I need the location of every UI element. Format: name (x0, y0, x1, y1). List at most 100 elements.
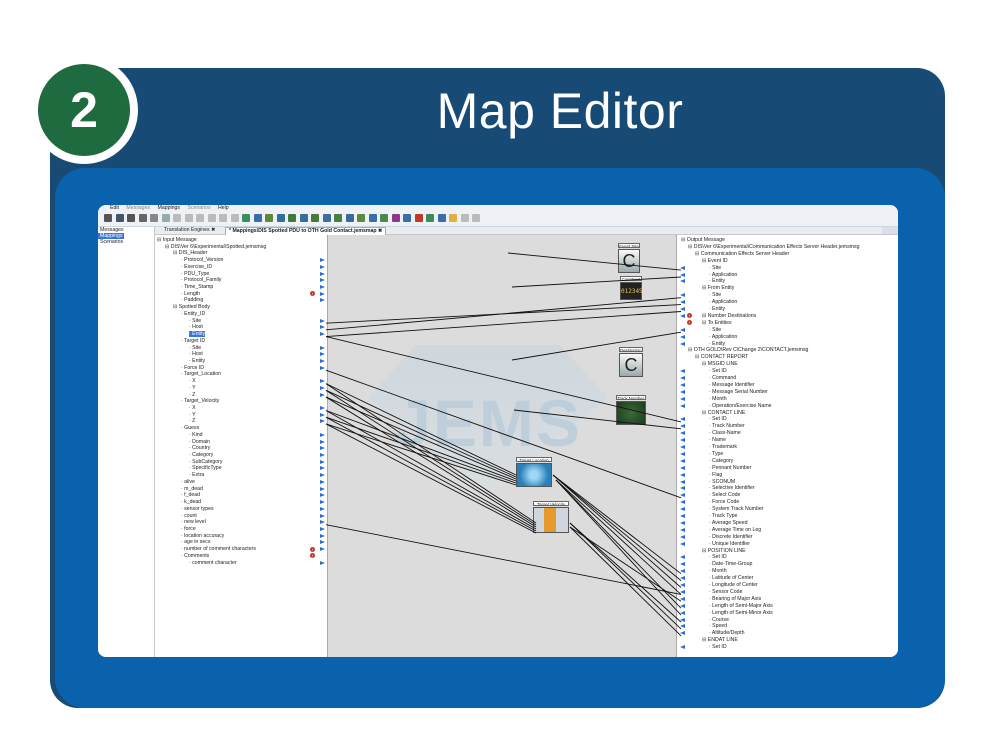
input-tree-node[interactable]: · Protocol_Family (181, 277, 221, 284)
toolbar-button[interactable] (403, 214, 411, 222)
toolbar-button[interactable] (173, 214, 181, 222)
input-port-arrow[interactable] (680, 610, 685, 615)
toolbar-button[interactable] (311, 214, 319, 222)
input-tree-node[interactable]: · f_dead (181, 492, 200, 499)
output-tree-node[interactable]: ⊟ DIS\Ver 6\Experimental\Communication E… (688, 244, 859, 251)
input-tree-node[interactable]: · Force ID (181, 365, 204, 372)
input-port-arrow[interactable] (680, 424, 685, 429)
input-tree-node[interactable]: · Site (189, 318, 201, 325)
input-tree-node[interactable]: · Extra (189, 472, 204, 479)
output-port-arrow[interactable] (320, 419, 325, 424)
toolbar-button[interactable] (472, 214, 480, 222)
input-port-arrow[interactable] (680, 279, 685, 284)
node-event-site[interactable]: Event Site C (618, 243, 640, 273)
input-port-arrow[interactable] (680, 369, 685, 374)
input-port-arrow[interactable] (680, 307, 685, 311)
output-tree-node[interactable]: ⊟ CONTACT LINE (702, 410, 745, 417)
output-tree-node[interactable]: · Discrete Identifier (709, 534, 753, 541)
input-tree-node[interactable]: · Host (189, 351, 203, 358)
output-tree-node[interactable]: · Set ID (709, 554, 727, 561)
output-port-arrow[interactable] (320, 271, 325, 276)
output-port-arrow[interactable] (320, 486, 325, 491)
output-tree-node[interactable]: · System Track Number (709, 506, 763, 513)
output-port-arrow[interactable] (320, 406, 325, 410)
toolbar-button[interactable] (265, 214, 273, 222)
output-tree-node[interactable]: · Operation/Exercise Name (709, 403, 772, 410)
input-port-arrow[interactable] (680, 624, 685, 629)
input-tree-node[interactable]: · PDU_Type (181, 271, 209, 278)
output-port-arrow[interactable] (320, 506, 325, 511)
input-tree-node[interactable]: · sensor types (181, 506, 214, 513)
output-tree-node[interactable]: · Flag (709, 472, 722, 479)
toolbar-button[interactable] (161, 214, 170, 222)
nav-scenarios[interactable]: Scenarios (98, 239, 154, 245)
output-tree-node[interactable]: ⊟ POSITION LINE (702, 548, 746, 555)
toolbar-button[interactable] (184, 214, 193, 222)
output-tree-node[interactable]: · Average Speed (709, 520, 748, 527)
output-tree-node[interactable]: · Set ID (709, 644, 727, 651)
input-port-arrow[interactable] (680, 451, 685, 456)
output-tree-node[interactable]: · Longitude of Center (709, 582, 758, 589)
output-port-arrow[interactable] (320, 278, 325, 283)
output-port-arrow[interactable] (320, 473, 325, 478)
input-tree-node[interactable]: · Z (189, 392, 195, 399)
output-tree-node[interactable]: · Length of Semi-Minor Axis (709, 610, 773, 617)
input-port-arrow[interactable] (680, 396, 685, 401)
node-destination-entity[interactable]: Destination Entit C (619, 347, 643, 377)
toolbar-button[interactable] (115, 214, 124, 222)
output-port-arrow[interactable] (320, 365, 325, 370)
output-tree-node[interactable]: ⊟ ENDAT LINE (702, 637, 738, 644)
input-port-arrow[interactable] (680, 265, 685, 270)
output-port-arrow[interactable] (320, 513, 325, 518)
input-tree-node[interactable]: · Target_Location (181, 371, 221, 378)
output-tree-node[interactable]: · Set ID (709, 368, 727, 375)
output-port-arrow[interactable] (320, 298, 325, 303)
output-tree-node[interactable]: · Course (709, 617, 729, 624)
input-tree-node[interactable]: · Exercise_ID (181, 264, 212, 271)
output-port-arrow[interactable] (320, 345, 325, 350)
output-tree-node[interactable]: · Message Serial Number (709, 389, 768, 396)
input-tree-node[interactable]: ⊟ Spotted Body (173, 304, 210, 311)
output-tree-node[interactable]: · Entity (709, 278, 725, 285)
input-port-arrow[interactable] (680, 527, 685, 532)
input-tree-node[interactable]: · Host (189, 324, 203, 331)
input-port-arrow[interactable] (680, 438, 685, 443)
tab-scroll-buttons[interactable] (882, 227, 898, 234)
output-port-arrow[interactable] (320, 352, 325, 357)
node-counter[interactable]: Counter 1 012345 (620, 276, 643, 302)
input-port-arrow[interactable] (680, 520, 685, 525)
output-tree-node[interactable]: · Month (709, 396, 727, 403)
toolbar-button[interactable] (150, 214, 158, 222)
menu-messages[interactable]: Messages (126, 205, 150, 212)
input-port-arrow[interactable] (680, 631, 685, 636)
toolbar-button[interactable] (357, 214, 365, 222)
input-port-arrow[interactable] (680, 458, 685, 463)
toolbar-button[interactable] (127, 214, 135, 222)
input-tree-node[interactable]: ⊟ DIS\Ver 6\Experimental\Spotted.jemsmsg (165, 244, 266, 251)
output-port-arrow[interactable] (320, 479, 325, 484)
input-tree-node[interactable]: · comment character (189, 560, 237, 567)
output-tree-node[interactable]: · Site (709, 327, 721, 334)
input-tree-node[interactable]: · Entity (189, 331, 206, 338)
output-tree-node[interactable]: · Entity (709, 306, 725, 313)
input-tree-node[interactable]: · location accuracy (181, 533, 224, 540)
output-tree-node[interactable]: · Select Code (709, 492, 740, 499)
output-tree-node[interactable]: · Application (709, 334, 737, 341)
output-port-arrow[interactable] (320, 493, 325, 498)
input-port-arrow[interactable] (680, 576, 685, 581)
output-tree-node[interactable]: · Application (709, 299, 737, 306)
output-port-arrow[interactable] (320, 520, 325, 525)
output-port-arrow[interactable] (320, 285, 325, 290)
input-tree-node[interactable]: · alive (181, 479, 195, 486)
output-port-arrow[interactable] (320, 379, 325, 384)
output-tree-node[interactable]: · Unique Identifier (709, 541, 750, 548)
input-tree-node[interactable]: · Guess (181, 425, 199, 432)
input-port-arrow[interactable] (680, 486, 685, 491)
output-tree-node[interactable]: ⊟ From Entity (702, 285, 734, 292)
input-port-arrow[interactable] (680, 300, 685, 305)
menu-edit[interactable]: Edit (110, 205, 119, 212)
toolbar-button[interactable] (380, 214, 388, 222)
output-port-arrow[interactable] (320, 547, 325, 552)
toolbar-button[interactable] (322, 214, 331, 222)
output-tree-node[interactable]: ⊟ Output Message (681, 237, 725, 244)
